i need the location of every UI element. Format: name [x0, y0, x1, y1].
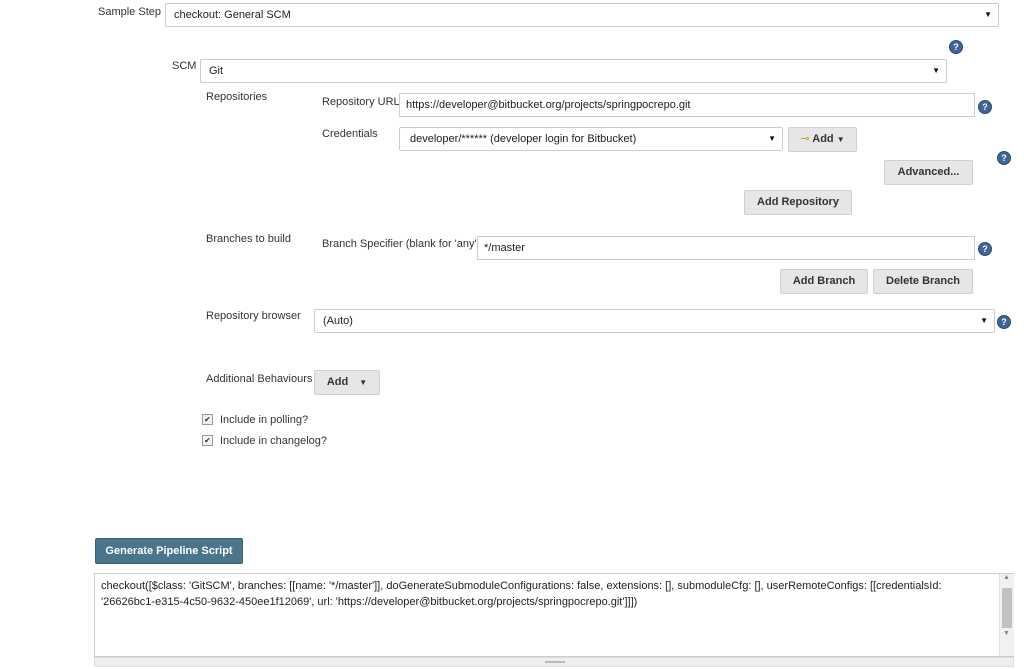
resize-grip-icon — [545, 661, 565, 663]
add-repository-button[interactable]: Add Repository — [744, 190, 852, 215]
delete-branch-button[interactable]: Delete Branch — [873, 269, 973, 294]
pipeline-script-text: checkout([$class: 'GitSCM', branches: [[… — [101, 580, 942, 608]
key-icon: ⊸ — [800, 133, 810, 145]
credentials-select[interactable]: developer/****** (developer login for Bi… — [399, 127, 783, 151]
generate-pipeline-script-button[interactable]: Generate Pipeline Script — [95, 538, 243, 564]
additional-behaviours-label: Additional Behaviours — [206, 373, 313, 385]
sample-step-select[interactable]: checkout: General SCM ▼ — [165, 3, 999, 27]
question-mark-circle-icon[interactable]: ? — [978, 242, 992, 256]
repository-browser-value: (Auto) — [323, 315, 353, 327]
include-in-changelog-checkbox[interactable]: ✔ — [202, 435, 213, 446]
branches-label: Branches to build — [206, 233, 291, 245]
add-behaviour-button[interactable]: Add ▼ — [314, 370, 380, 395]
add-branch-button[interactable]: Add Branch — [780, 269, 868, 294]
question-mark-circle-icon[interactable]: ? — [978, 100, 992, 114]
question-mark-circle-icon[interactable]: ? — [997, 151, 1011, 165]
advanced-button[interactable]: Advanced... — [884, 160, 973, 185]
scm-label: SCM — [172, 60, 197, 72]
output-scrollbar[interactable]: ▲ ▼ — [999, 574, 1014, 656]
add-credentials-button[interactable]: ⊸ Add ▼ — [788, 127, 857, 152]
sample-step-value: checkout: General SCM — [174, 9, 291, 21]
include-in-changelog-label: Include in changelog? — [220, 435, 328, 447]
credentials-label: Credentials — [322, 128, 378, 140]
repository-url-input[interactable]: https://developer@bitbucket.org/projects… — [399, 93, 975, 117]
add-credentials-label: Add — [812, 133, 834, 145]
scrollbar-thumb[interactable] — [1002, 588, 1012, 628]
include-in-polling-label: Include in polling? — [220, 414, 309, 426]
branch-specifier-label: Branch Specifier (blank for 'any') — [322, 238, 481, 250]
credentials-value: developer/****** (developer login for Bi… — [410, 133, 637, 145]
caret-down-icon: ▼ — [768, 134, 776, 143]
caret-down-icon: ▼ — [984, 10, 992, 19]
repository-browser-select[interactable]: (Auto) ▼ — [314, 309, 995, 333]
scm-select[interactable]: Git ▼ — [200, 59, 947, 83]
caret-down-icon: ▼ — [932, 66, 940, 75]
caret-down-icon: ▼ — [980, 316, 988, 325]
scroll-down-icon[interactable]: ▼ — [1003, 630, 1010, 637]
include-in-polling-checkbox[interactable]: ✔ — [202, 414, 213, 425]
question-mark-circle-icon[interactable]: ? — [997, 315, 1011, 329]
pipeline-script-output[interactable]: checkout([$class: 'GitSCM', branches: [[… — [94, 573, 1014, 657]
branch-specifier-input[interactable]: */master — [477, 236, 975, 260]
add-behaviour-label: Add — [326, 376, 349, 388]
sample-step-label: Sample Step — [98, 6, 161, 18]
question-mark-circle-icon[interactable]: ? — [949, 40, 963, 54]
repositories-label: Repositories — [206, 91, 268, 103]
scroll-up-icon[interactable]: ▲ — [1003, 574, 1010, 581]
textarea-resize-bar[interactable] — [94, 657, 1014, 667]
repository-browser-label: Repository browser — [206, 310, 301, 322]
caret-down-icon: ▼ — [359, 378, 368, 387]
repository-url-label: Repository URL — [322, 96, 400, 108]
caret-down-icon: ▼ — [836, 135, 845, 144]
scm-value: Git — [209, 65, 224, 77]
